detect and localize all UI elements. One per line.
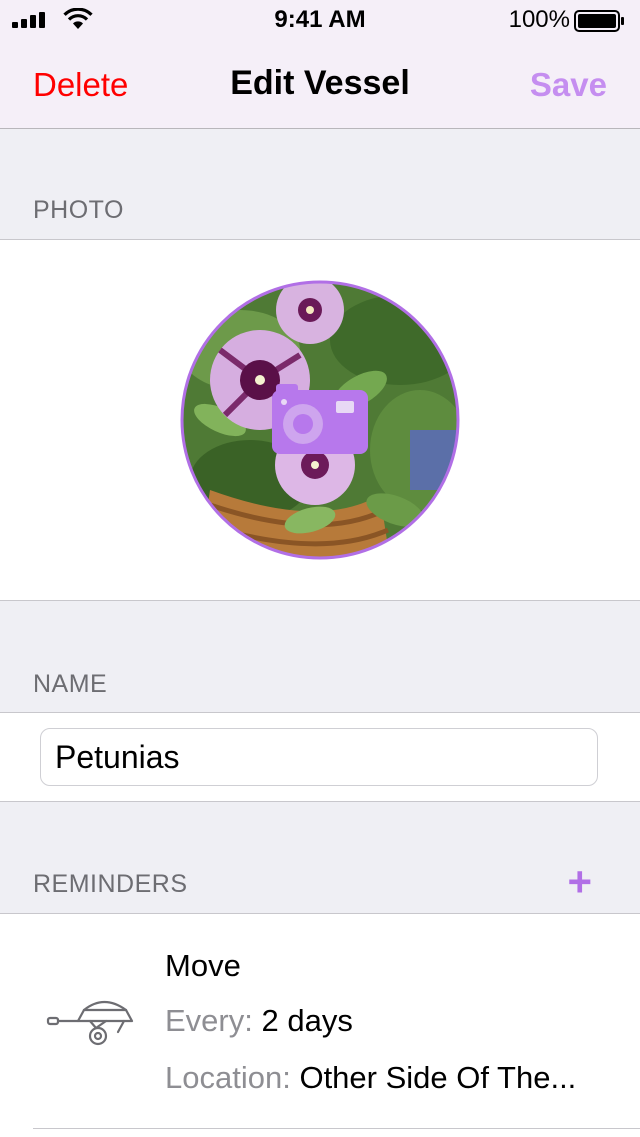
- vessel-name-field[interactable]: [40, 728, 598, 786]
- battery-percentage: 100%: [508, 6, 570, 33]
- camera-icon: [272, 384, 368, 454]
- photo-section-header: PHOTO: [33, 196, 124, 224]
- reminders-section: Move Every: 2 days Location: Other Side …: [0, 913, 640, 1137]
- battery-icon: [574, 10, 626, 37]
- wheelbarrow-icon: [46, 994, 136, 1055]
- reminders-section-header: REMINDERS: [33, 870, 188, 898]
- location-label: Location:: [165, 1060, 291, 1095]
- every-label: Every:: [165, 1003, 253, 1038]
- photo-section: [0, 239, 640, 601]
- reminder-title: Move: [165, 948, 241, 983]
- navigation-bar: Delete Edit Vessel Save: [0, 40, 640, 129]
- status-bar: 9:41 AM 100%: [0, 0, 640, 40]
- vessel-photo-button[interactable]: [180, 280, 460, 560]
- reminder-frequency: Every: 2 days: [165, 1003, 353, 1039]
- vessel-photo: [180, 280, 460, 560]
- name-section: [0, 712, 640, 802]
- add-reminder-button[interactable]: +: [567, 861, 592, 903]
- name-section-header: NAME: [33, 670, 108, 698]
- reminder-row[interactable]: Move Every: 2 days Location: Other Side …: [0, 914, 640, 1128]
- location-value: Other Side Of The...: [299, 1060, 577, 1095]
- row-divider: [33, 1128, 640, 1129]
- save-button[interactable]: Save: [530, 66, 607, 104]
- reminder-location: Location: Other Side Of The...: [165, 1060, 576, 1096]
- every-value: 2 days: [261, 1003, 353, 1038]
